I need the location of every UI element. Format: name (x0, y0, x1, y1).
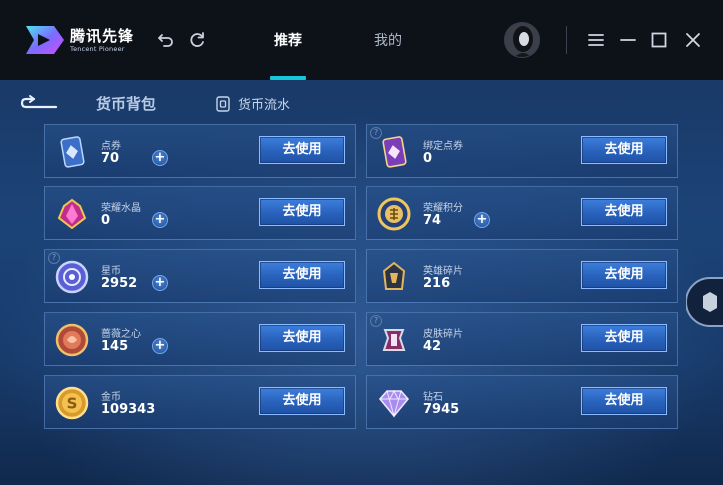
recharge-button[interactable]: + (152, 212, 168, 228)
glory-crystal-icon (57, 198, 87, 230)
hero-fragment-icon (382, 261, 406, 290)
currency-amount: 42 (423, 339, 442, 354)
use-button[interactable]: 去使用 (581, 324, 667, 352)
currency-amount: 74 (423, 213, 442, 228)
use-button[interactable]: 去使用 (259, 387, 345, 415)
currency-name: 金币 (101, 392, 121, 403)
minimize-icon[interactable] (618, 30, 638, 50)
use-button[interactable]: 去使用 (259, 136, 345, 164)
page-title: 货币背包 (96, 95, 157, 113)
currency-amount: 70 (101, 151, 120, 166)
currency-name: 星币 (101, 266, 121, 277)
currency-card-rose-heart: 蔷薇之心 145 + 去使用 (44, 312, 356, 366)
currency-card-glory-points: 荣耀积分 74 + 去使用 (366, 186, 678, 240)
logo-title: 腾讯先锋 (70, 26, 135, 45)
currency-card-star-coin: ? 星币 2952 + 去使用 (44, 249, 356, 303)
back-arrow-icon[interactable] (20, 94, 58, 110)
currency-card-skin-fragment: ? 皮肤碎片 42 去使用 (366, 312, 678, 366)
rose-heart-icon (55, 323, 89, 357)
recharge-button[interactable]: + (152, 338, 168, 354)
currency-name: 蔷薇之心 (101, 329, 141, 340)
currency-amount: 109343 (101, 402, 156, 417)
currency-name: 钻石 (423, 392, 443, 403)
currency-card-bound-voucher: ? 绑定点券 0 去使用 (366, 124, 678, 178)
currency-amount: 216 (423, 276, 451, 291)
currency-name: 绑定点券 (423, 141, 463, 152)
tab-recommend[interactable]: 推荐 (274, 30, 302, 50)
currency-name: 荣耀积分 (423, 203, 463, 214)
use-button[interactable]: 去使用 (259, 261, 345, 289)
currency-amount: 0 (423, 151, 433, 166)
currency-card-hero-fragment: 英雄碎片 216 去使用 (366, 249, 678, 303)
currency-amount: 0 (101, 213, 111, 228)
logo-subtitle: Tencent Pioneer (70, 44, 125, 53)
use-button[interactable]: 去使用 (581, 261, 667, 289)
glory-points-icon (377, 197, 411, 231)
currency-name: 英雄碎片 (423, 266, 463, 277)
gold-coin-icon: S (55, 386, 89, 420)
ledger-icon (216, 95, 230, 112)
menu-icon[interactable] (586, 30, 606, 50)
app-logo: 腾讯先锋 Tencent Pioneer (24, 20, 160, 60)
skin-fragment-icon (382, 329, 406, 351)
recharge-button[interactable]: + (152, 275, 168, 291)
close-icon[interactable] (683, 30, 703, 50)
currency-card-glory-crystal: 荣耀水晶 0 + 去使用 (44, 186, 356, 240)
logo-icon (26, 26, 64, 54)
use-button[interactable]: 去使用 (259, 198, 345, 226)
currency-name: 荣耀水晶 (101, 203, 141, 214)
bound-coupon-card-icon (382, 136, 407, 168)
currency-amount: 7945 (423, 402, 460, 417)
toolbar-divider (566, 26, 567, 54)
currency-name: 皮肤碎片 (423, 329, 463, 340)
currency-card-gold-coin: S 金币 109343 去使用 (44, 375, 356, 429)
currency-flow-link[interactable]: 货币流水 (216, 94, 290, 113)
use-button[interactable]: 去使用 (581, 198, 667, 226)
recharge-button[interactable]: + (474, 212, 490, 228)
currency-backpack-panel: 货币背包 货币流水 点券 70 + 去使用 ? 绑定点券 0 去使用 荣耀水晶 … (0, 80, 723, 485)
currency-card-voucher: 点券 70 + 去使用 (44, 124, 356, 178)
use-button[interactable]: 去使用 (259, 324, 345, 352)
undo-icon[interactable] (156, 30, 176, 50)
currency-card-diamond: 钻石 7945 去使用 (366, 375, 678, 429)
star-coin-icon (55, 260, 89, 294)
currency-amount: 145 (101, 339, 129, 354)
use-button[interactable]: 去使用 (581, 136, 667, 164)
tab-mine[interactable]: 我的 (374, 30, 402, 50)
svg-text:S: S (67, 395, 78, 413)
avatar-image (505, 23, 539, 57)
currency-amount: 2952 (101, 276, 138, 291)
currency-flow-label: 货币流水 (238, 98, 291, 113)
title-bar: 腾讯先锋 Tencent Pioneer 推荐 我的 (0, 0, 723, 80)
user-avatar[interactable] (504, 22, 540, 58)
currency-name: 点券 (101, 141, 121, 152)
coupon-card-icon (60, 136, 85, 168)
side-drawer-handle[interactable] (686, 276, 723, 328)
maximize-icon[interactable] (649, 30, 669, 50)
use-button[interactable]: 去使用 (581, 387, 667, 415)
recharge-button[interactable]: + (152, 150, 168, 166)
refresh-icon[interactable] (187, 30, 207, 50)
diamond-icon (378, 389, 410, 418)
